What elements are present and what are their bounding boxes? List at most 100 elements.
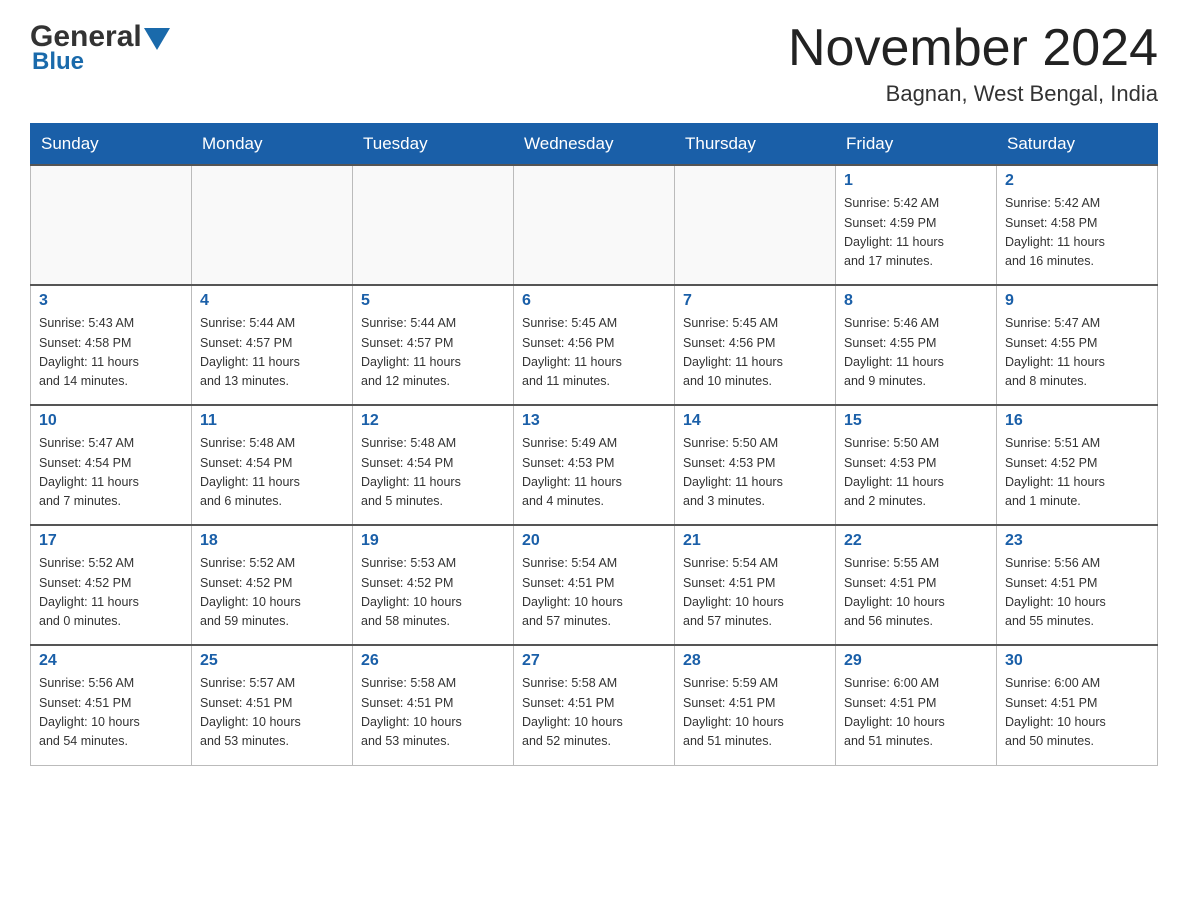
day-number: 28 [683,652,827,670]
logo-text-blue: Blue [32,48,172,76]
day-info: Sunrise: 5:55 AM Sunset: 4:51 PM Dayligh… [844,554,988,632]
day-info: Sunrise: 5:52 AM Sunset: 4:52 PM Dayligh… [39,554,183,632]
day-number: 27 [522,652,666,670]
day-number: 30 [1005,652,1149,670]
weekday-header-thursday: Thursday [675,124,836,166]
week-row-2: 3 Sunrise: 5:43 AM Sunset: 4:58 PM Daylig… [31,285,1158,405]
day-number: 18 [200,532,344,550]
month-title: November 2024 [788,20,1158,77]
calendar-cell: 5 Sunrise: 5:44 AM Sunset: 4:57 PM Daylig… [353,285,514,405]
calendar-cell: 1 Sunrise: 5:42 AM Sunset: 4:59 PM Daylig… [836,165,997,285]
day-info: Sunrise: 5:45 AM Sunset: 4:56 PM Dayligh… [522,314,666,392]
day-info: Sunrise: 5:46 AM Sunset: 4:55 PM Dayligh… [844,314,988,392]
day-info: Sunrise: 5:54 AM Sunset: 4:51 PM Dayligh… [522,554,666,632]
day-number: 26 [361,652,505,670]
calendar-cell [514,165,675,285]
weekday-header-sunday: Sunday [31,124,192,166]
calendar-table: SundayMondayTuesdayWednesdayThursdayFrid… [30,123,1158,766]
calendar-cell: 3 Sunrise: 5:43 AM Sunset: 4:58 PM Daylig… [31,285,192,405]
day-info: Sunrise: 5:54 AM Sunset: 4:51 PM Dayligh… [683,554,827,632]
day-number: 8 [844,292,988,310]
day-number: 9 [1005,292,1149,310]
day-info: Sunrise: 6:00 AM Sunset: 4:51 PM Dayligh… [844,674,988,752]
day-info: Sunrise: 5:42 AM Sunset: 4:59 PM Dayligh… [844,194,988,272]
day-info: Sunrise: 5:56 AM Sunset: 4:51 PM Dayligh… [1005,554,1149,632]
day-info: Sunrise: 5:42 AM Sunset: 4:58 PM Dayligh… [1005,194,1149,272]
calendar-cell: 12 Sunrise: 5:48 AM Sunset: 4:54 PM Dayli… [353,405,514,525]
day-number: 21 [683,532,827,550]
calendar-cell: 18Sunrise: 5:52 AM Sunset: 4:52 PM Dayli… [192,525,353,645]
day-number: 3 [39,292,183,310]
day-info: Sunrise: 5:48 AM Sunset: 4:54 PM Dayligh… [361,434,505,512]
calendar-cell: 26 Sunrise: 5:58 AM Sunset: 4:51 PM Dayli… [353,645,514,765]
day-info: Sunrise: 5:56 AM Sunset: 4:51 PM Dayligh… [39,674,183,752]
calendar-cell: 17 Sunrise: 5:52 AM Sunset: 4:52 PM Dayli… [31,525,192,645]
calendar-cell: 24 Sunrise: 5:56 AM Sunset: 4:51 PM Dayli… [31,645,192,765]
day-info: Sunrise: 5:47 AM Sunset: 4:54 PM Dayligh… [39,434,183,512]
weekday-header-saturday: Saturday [997,124,1158,166]
calendar-cell: 16 Sunrise: 5:51 AM Sunset: 4:52 PM Dayli… [997,405,1158,525]
calendar-cell: 2 Sunrise: 5:42 AM Sunset: 4:58 PM Daylig… [997,165,1158,285]
day-number: 2 [1005,172,1149,190]
calendar-cell: 9 Sunrise: 5:47 AM Sunset: 4:55 PM Daylig… [997,285,1158,405]
calendar-cell: 25 Sunrise: 5:57 AM Sunset: 4:51 PM Dayli… [192,645,353,765]
page-header: General Blue November 2024 Bagnan, West … [30,20,1158,107]
calendar-cell [192,165,353,285]
day-info: Sunrise: 5:49 AM Sunset: 4:53 PM Dayligh… [522,434,666,512]
calendar-cell: 8 Sunrise: 5:46 AM Sunset: 4:55 PM Daylig… [836,285,997,405]
calendar-cell [31,165,192,285]
week-row-5: 24 Sunrise: 5:56 AM Sunset: 4:51 PM Dayli… [31,645,1158,765]
day-info: Sunrise: 5:58 AM Sunset: 4:51 PM Dayligh… [361,674,505,752]
day-number: 1 [844,172,988,190]
day-info: Sunrise: 5:45 AM Sunset: 4:56 PM Dayligh… [683,314,827,392]
calendar-cell: 4 Sunrise: 5:44 AM Sunset: 4:57 PM Daylig… [192,285,353,405]
calendar-cell: 29 Sunrise: 6:00 AM Sunset: 4:51 PM Dayli… [836,645,997,765]
weekday-header-monday: Monday [192,124,353,166]
day-number: 25 [200,652,344,670]
day-number: 19 [361,532,505,550]
day-number: 7 [683,292,827,310]
day-number: 29 [844,652,988,670]
day-info: Sunrise: 5:47 AM Sunset: 4:55 PM Dayligh… [1005,314,1149,392]
day-number: 16 [1005,412,1149,430]
day-number: 11 [200,412,344,430]
calendar-cell: 22Sunrise: 5:55 AM Sunset: 4:51 PM Dayli… [836,525,997,645]
calendar-cell [353,165,514,285]
week-row-1: 1 Sunrise: 5:42 AM Sunset: 4:59 PM Daylig… [31,165,1158,285]
day-number: 4 [200,292,344,310]
calendar-cell [675,165,836,285]
day-number: 14 [683,412,827,430]
day-info: Sunrise: 5:58 AM Sunset: 4:51 PM Dayligh… [522,674,666,752]
calendar-cell: 27 Sunrise: 5:58 AM Sunset: 4:51 PM Dayli… [514,645,675,765]
day-info: Sunrise: 5:51 AM Sunset: 4:52 PM Dayligh… [1005,434,1149,512]
calendar-cell: 15Sunrise: 5:50 AM Sunset: 4:53 PM Dayli… [836,405,997,525]
day-info: Sunrise: 5:57 AM Sunset: 4:51 PM Dayligh… [200,674,344,752]
weekday-header-friday: Friday [836,124,997,166]
calendar-cell: 21 Sunrise: 5:54 AM Sunset: 4:51 PM Dayli… [675,525,836,645]
location-title: Bagnan, West Bengal, India [788,81,1158,107]
day-number: 24 [39,652,183,670]
calendar-cell: 20Sunrise: 5:54 AM Sunset: 4:51 PM Dayli… [514,525,675,645]
day-info: Sunrise: 5:44 AM Sunset: 4:57 PM Dayligh… [361,314,505,392]
week-row-3: 10Sunrise: 5:47 AM Sunset: 4:54 PM Dayli… [31,405,1158,525]
day-info: Sunrise: 5:44 AM Sunset: 4:57 PM Dayligh… [200,314,344,392]
week-row-4: 17 Sunrise: 5:52 AM Sunset: 4:52 PM Dayli… [31,525,1158,645]
day-number: 12 [361,412,505,430]
logo: General Blue [30,20,172,76]
day-info: Sunrise: 5:53 AM Sunset: 4:52 PM Dayligh… [361,554,505,632]
day-info: Sunrise: 5:50 AM Sunset: 4:53 PM Dayligh… [683,434,827,512]
day-number: 5 [361,292,505,310]
day-number: 17 [39,532,183,550]
day-info: Sunrise: 5:59 AM Sunset: 4:51 PM Dayligh… [683,674,827,752]
calendar-body: 1 Sunrise: 5:42 AM Sunset: 4:59 PM Daylig… [31,165,1158,765]
weekday-header-row: SundayMondayTuesdayWednesdayThursdayFrid… [31,124,1158,166]
day-number: 6 [522,292,666,310]
calendar-cell: 23Sunrise: 5:56 AM Sunset: 4:51 PM Dayli… [997,525,1158,645]
logo-triangle-icon [144,28,170,50]
weekday-header-tuesday: Tuesday [353,124,514,166]
calendar-cell: 28 Sunrise: 5:59 AM Sunset: 4:51 PM Dayli… [675,645,836,765]
calendar-cell: 19 Sunrise: 5:53 AM Sunset: 4:52 PM Dayli… [353,525,514,645]
calendar-cell: 10Sunrise: 5:47 AM Sunset: 4:54 PM Dayli… [31,405,192,525]
day-info: Sunrise: 5:43 AM Sunset: 4:58 PM Dayligh… [39,314,183,392]
day-info: Sunrise: 5:50 AM Sunset: 4:53 PM Dayligh… [844,434,988,512]
